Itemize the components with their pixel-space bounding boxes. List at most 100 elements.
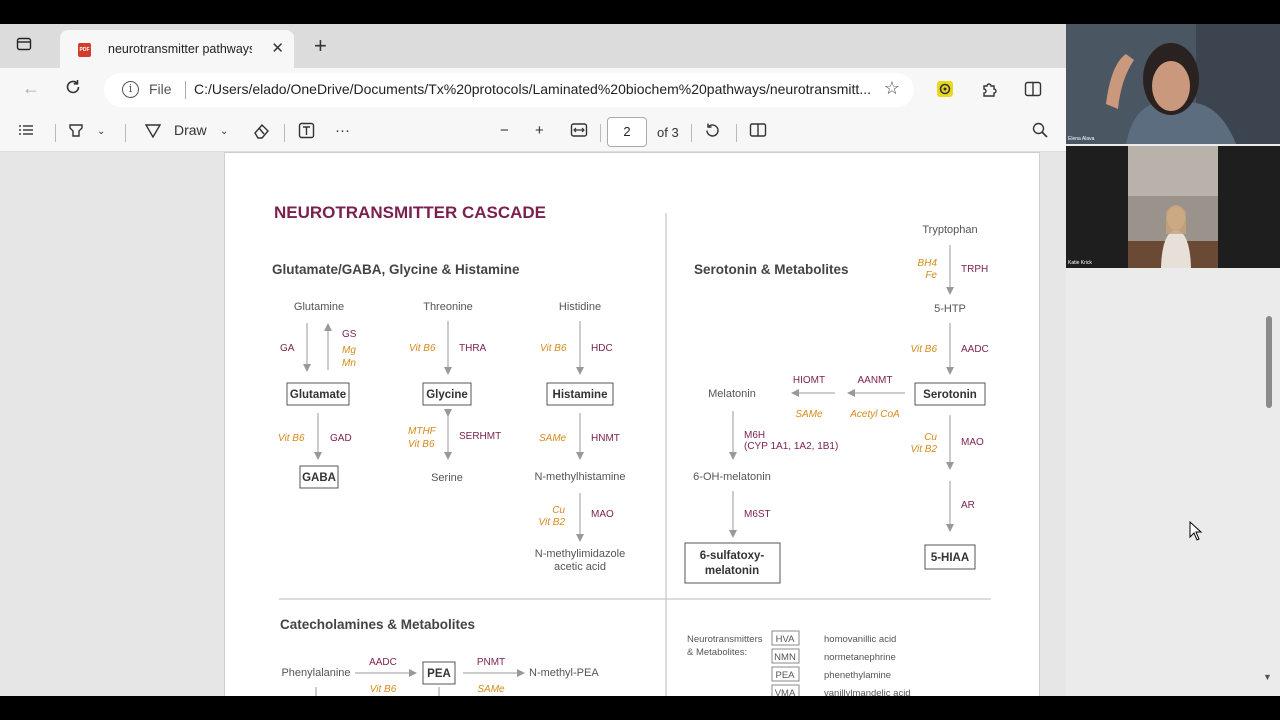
label-5-hiaa: 5-HIAA bbox=[931, 552, 969, 564]
enzyme-hdc: HDC bbox=[591, 343, 613, 354]
cofactor-vit-b6: Vit B6 bbox=[540, 343, 567, 354]
cofactor-same: SAMe bbox=[795, 409, 823, 420]
divider bbox=[185, 81, 186, 99]
cofactor-vit-b2: Vit B2 bbox=[539, 517, 566, 528]
pdf-page: NEUROTRANSMITTER CASCADE Glutamate/GABA,… bbox=[224, 152, 1040, 696]
cofactor-mthf: MTHF bbox=[408, 426, 437, 437]
enzyme-gad: GAD bbox=[330, 433, 352, 444]
pdf-toolbar: ⌄ Draw ⌄ ··· − + 2 of 3 bbox=[0, 114, 1066, 152]
label-histidine: Histidine bbox=[559, 301, 601, 313]
cofactor-mn: Mn bbox=[342, 358, 356, 369]
participant-name: Katie Krick bbox=[1068, 260, 1092, 266]
enzyme-aadc: AADC bbox=[369, 657, 397, 668]
label-gaba: GABA bbox=[302, 472, 336, 484]
pathway-diagram: NEUROTRANSMITTER CASCADE Glutamate/GABA,… bbox=[272, 203, 991, 696]
participant-name: Elena Alava bbox=[1068, 136, 1095, 142]
scrollbar-thumb[interactable] bbox=[1266, 316, 1272, 408]
svg-text:PEA: PEA bbox=[775, 670, 795, 681]
legend-label-1: Neurotransmitters bbox=[687, 634, 763, 645]
divider bbox=[736, 124, 737, 142]
extension-icon[interactable] bbox=[936, 80, 954, 103]
cofactor-bh4: BH4 bbox=[918, 258, 938, 269]
legend-item: HVA homovanillic acid bbox=[771, 630, 896, 646]
divider bbox=[125, 124, 126, 142]
address-scheme: File bbox=[149, 81, 172, 97]
label-melatonin-2: melatonin bbox=[705, 565, 759, 577]
fit-width-icon[interactable] bbox=[570, 122, 588, 142]
cofactor-cu: Cu bbox=[552, 505, 565, 516]
enzyme-serhmt: SERHMT bbox=[459, 431, 501, 442]
tab-neurotransmitter-pathways[interactable]: PDF neurotransmitter pathways ✕ bbox=[60, 30, 294, 68]
svg-text:NMN: NMN bbox=[774, 652, 796, 663]
puzzle-icon[interactable] bbox=[980, 80, 998, 103]
pdf-viewer[interactable]: NEUROTRANSMITTER CASCADE Glutamate/GABA,… bbox=[0, 152, 1066, 696]
highlight-icon[interactable] bbox=[68, 122, 84, 142]
url-text[interactable]: C:/Users/elado/OneDrive/Documents/Tx%20p… bbox=[194, 81, 874, 97]
cofactor-cu: Cu bbox=[924, 432, 937, 443]
draw-icon[interactable] bbox=[144, 122, 162, 142]
label-n-methylhistamine: N-methylhistamine bbox=[534, 471, 625, 483]
zoom-out-icon[interactable]: − bbox=[500, 122, 509, 139]
contents-icon[interactable] bbox=[18, 122, 34, 142]
label-cyp: (CYP 1A1, 1A2, 1B1) bbox=[744, 441, 838, 452]
enzyme-pnmt: PNMT bbox=[477, 657, 505, 668]
refresh-icon[interactable] bbox=[64, 78, 82, 101]
video-tile-participant[interactable]: Katie Krick bbox=[1066, 146, 1280, 268]
cofactor-vit-b6: Vit B6 bbox=[409, 343, 436, 354]
label-pea: PEA bbox=[427, 668, 451, 680]
split-screen-icon[interactable] bbox=[1024, 80, 1042, 103]
enzyme-trph: TRPH bbox=[961, 264, 988, 275]
chevron-down-icon[interactable]: ⌄ bbox=[220, 126, 228, 137]
label-n-methylimidazole: N-methylimidazole bbox=[535, 548, 625, 560]
zoom-in-icon[interactable]: + bbox=[535, 122, 544, 139]
enzyme-thra: THRA bbox=[459, 343, 487, 354]
svg-text:phenethylamine: phenethylamine bbox=[824, 670, 891, 681]
cofactor-same: SAMe bbox=[539, 433, 567, 444]
cofactor-mg: Mg bbox=[342, 345, 356, 356]
enzyme-aadc: AADC bbox=[961, 344, 989, 355]
pdf-icon: PDF bbox=[78, 43, 91, 57]
enzyme-m6st: M6ST bbox=[744, 509, 771, 520]
label-6-oh-melatonin: 6-OH-melatonin bbox=[693, 471, 771, 483]
document-title: NEUROTRANSMITTER CASCADE bbox=[274, 203, 546, 222]
section-heading-serotonin: Serotonin & Metabolites bbox=[694, 262, 849, 277]
chevron-down-icon[interactable]: ⌄ bbox=[97, 126, 105, 137]
search-icon[interactable] bbox=[1032, 122, 1048, 142]
cofactor-fe: Fe bbox=[925, 270, 937, 281]
tab-strip: PDF neurotransmitter pathways ✕ + bbox=[0, 24, 1066, 68]
tab-title: neurotransmitter pathways bbox=[108, 42, 252, 56]
cofactor-vit-b6: Vit B6 bbox=[911, 344, 938, 355]
svg-text:HVA: HVA bbox=[776, 634, 795, 645]
text-icon[interactable] bbox=[298, 122, 315, 143]
browser-window: PDF neurotransmitter pathways ✕ + ← i Fi… bbox=[0, 24, 1066, 696]
enzyme-ar: AR bbox=[961, 500, 975, 511]
video-tile-presenter[interactable]: Elena Alava bbox=[1066, 24, 1280, 144]
cofactor-acetyl-coa: Acetyl CoA bbox=[849, 409, 900, 420]
tab-actions-icon[interactable] bbox=[16, 36, 44, 58]
participant-video bbox=[1066, 24, 1280, 144]
legend-item: VMA vanillylmandelic acid bbox=[771, 684, 911, 696]
plus-icon[interactable]: + bbox=[314, 33, 327, 59]
page-view-icon[interactable] bbox=[749, 122, 767, 142]
divider bbox=[691, 124, 692, 142]
draw-label[interactable]: Draw bbox=[174, 122, 207, 138]
cofactor-vit-b6: Vit B6 bbox=[370, 684, 397, 695]
svg-text:normetanephrine: normetanephrine bbox=[824, 652, 896, 663]
close-icon[interactable]: ✕ bbox=[271, 39, 284, 57]
rotate-icon[interactable] bbox=[704, 122, 721, 143]
page-total: of 3 bbox=[657, 125, 679, 140]
page-number-input[interactable]: 2 bbox=[607, 117, 647, 147]
label-phenylalanine: Phenylalanine bbox=[281, 667, 350, 679]
eraser-icon[interactable] bbox=[253, 122, 270, 143]
enzyme-ga: GA bbox=[280, 343, 295, 354]
address-bar[interactable]: i File C:/Users/elado/OneDrive/Documents… bbox=[104, 73, 914, 107]
scroll-down-icon[interactable]: ▼ bbox=[1263, 672, 1272, 682]
enzyme-mao: MAO bbox=[591, 509, 614, 520]
enzyme-hiomt: HIOMT bbox=[793, 375, 825, 386]
more-icon[interactable]: ··· bbox=[335, 122, 350, 139]
cofactor-vit-b6: Vit B6 bbox=[278, 433, 305, 444]
label-n-methyl-pea: N-methyl-PEA bbox=[529, 667, 599, 679]
info-icon[interactable]: i bbox=[122, 81, 139, 98]
star-icon[interactable]: ☆ bbox=[884, 78, 900, 99]
back-icon[interactable]: ← bbox=[22, 78, 40, 99]
